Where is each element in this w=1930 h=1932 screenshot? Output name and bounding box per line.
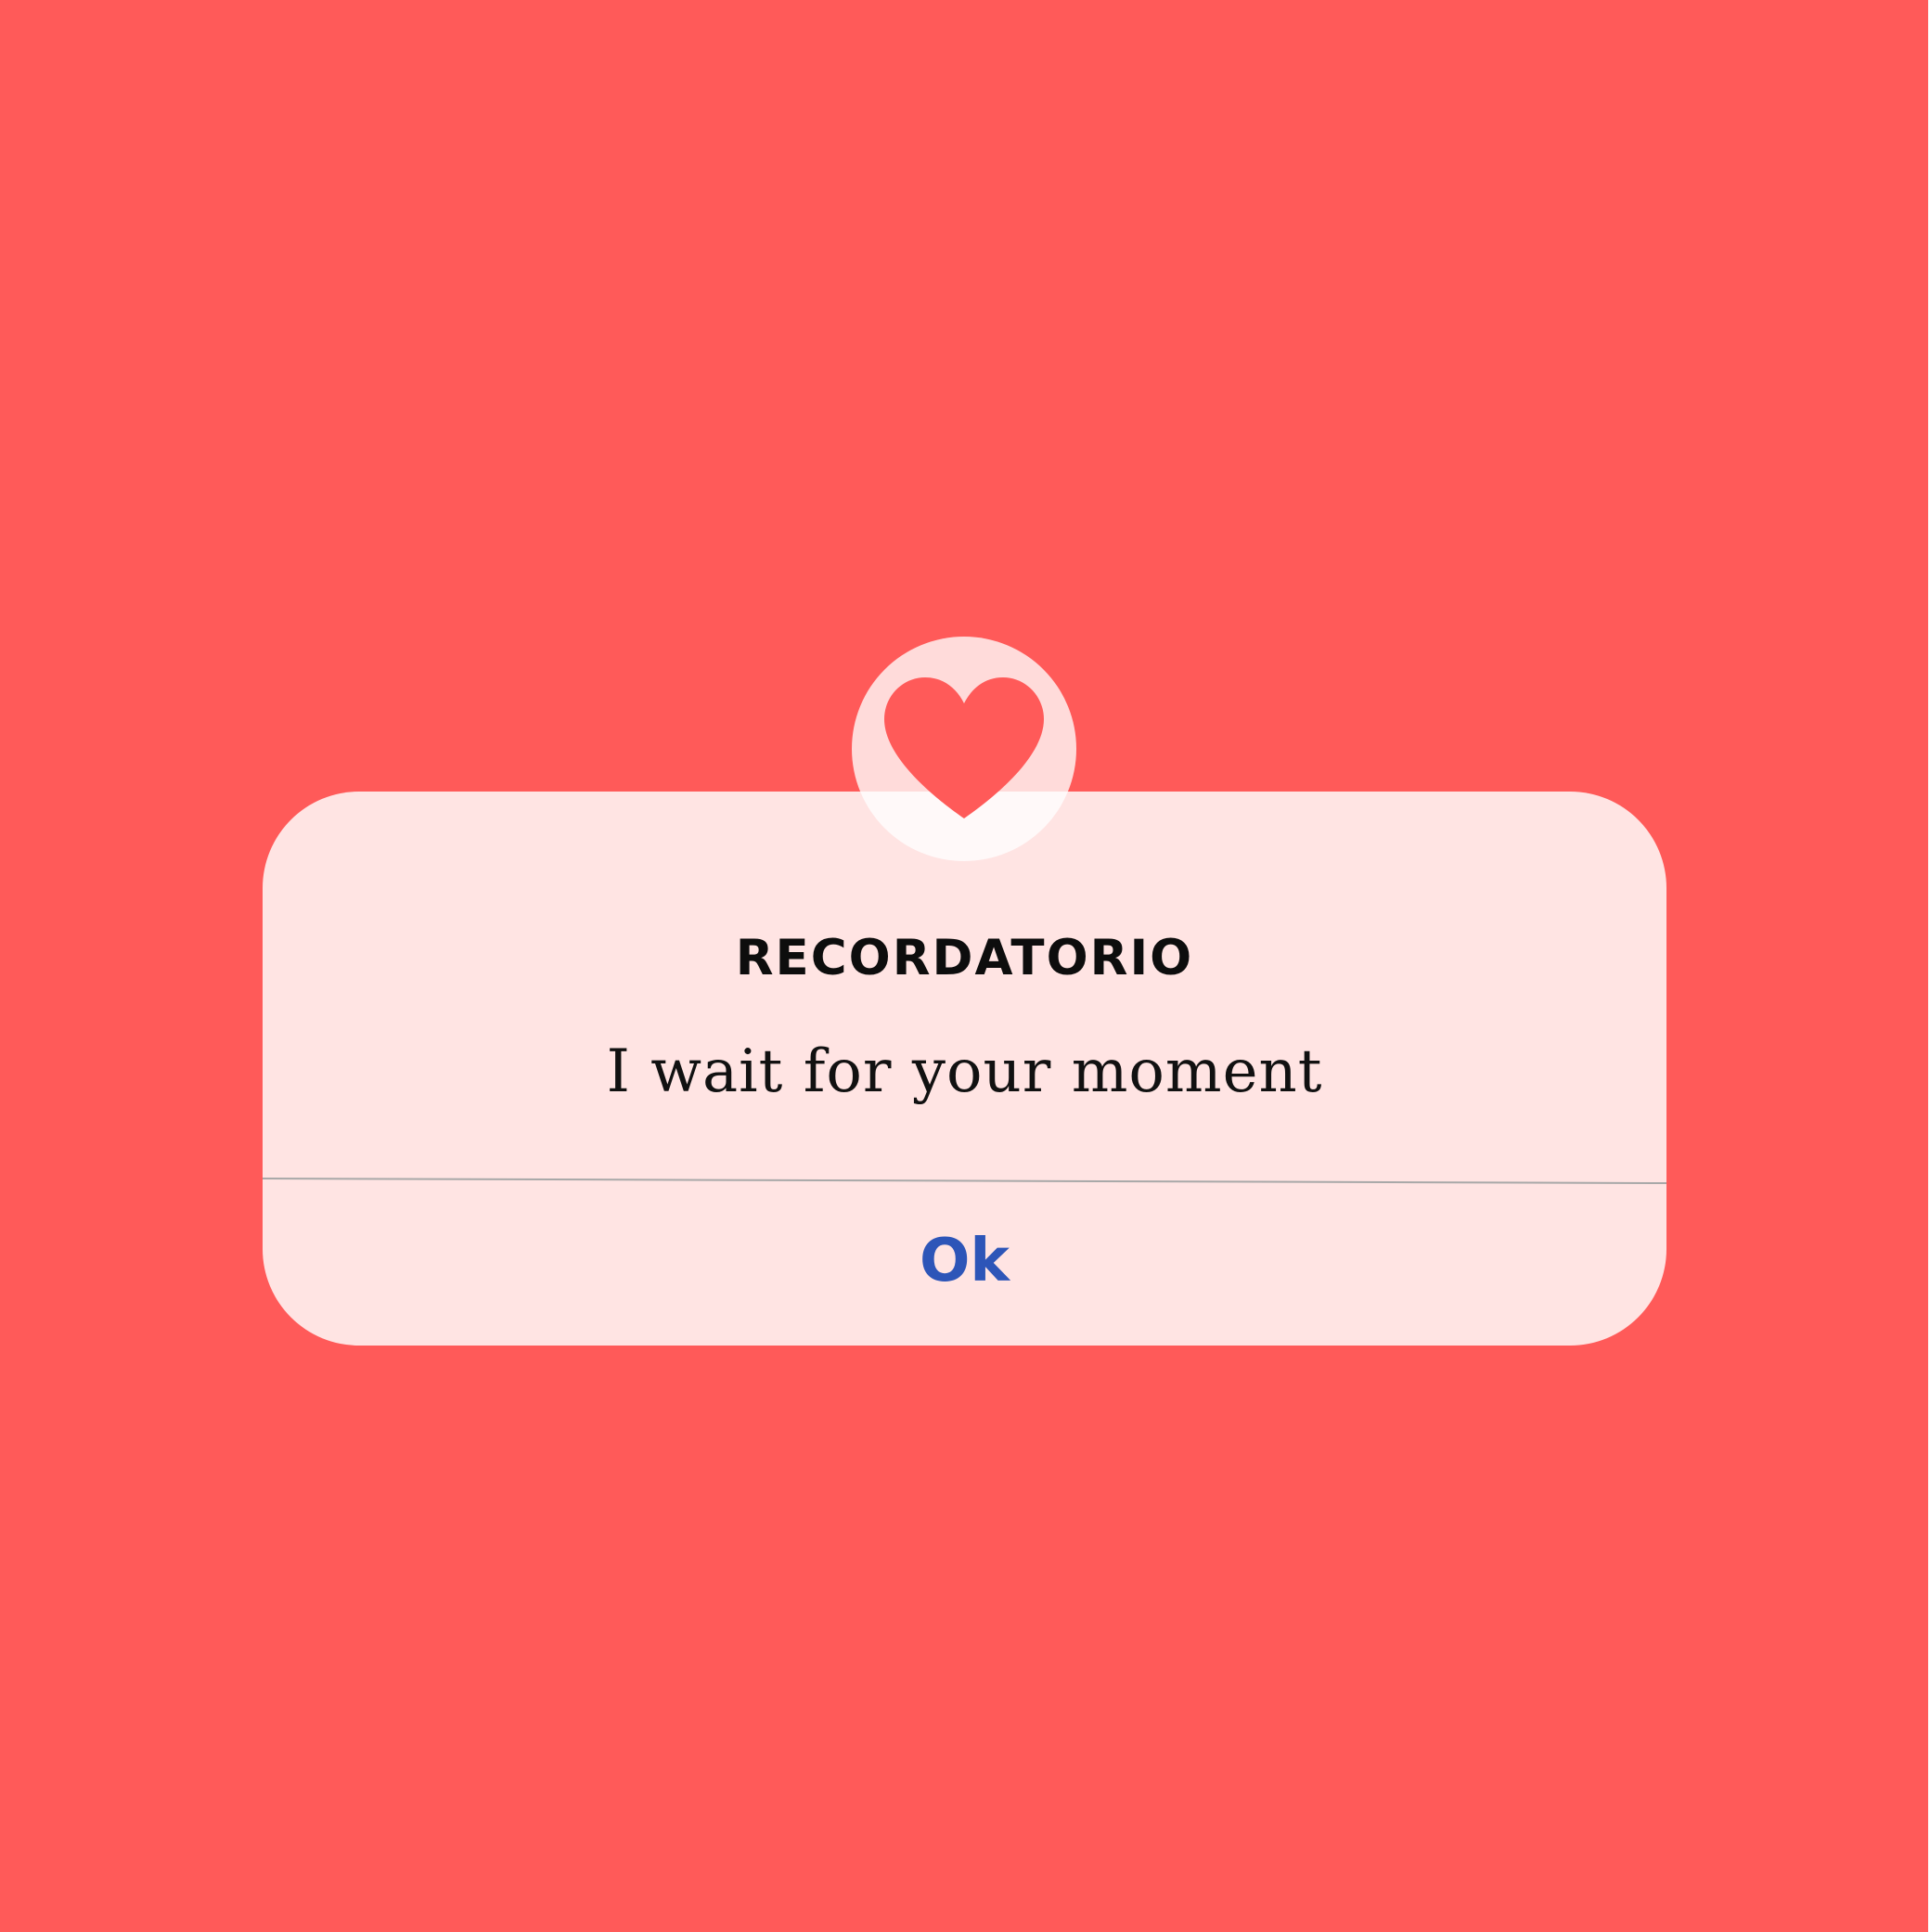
alert-dialog: RECORDATORIO I wait for your moment Ok — [263, 792, 1666, 1346]
dialog-title: RECORDATORIO — [735, 930, 1194, 986]
dialog-message: I wait for your moment — [606, 1037, 1323, 1106]
ok-button-label: Ok — [920, 1226, 1010, 1295]
heart-icon — [884, 677, 1044, 818]
ok-button[interactable]: Ok — [263, 1191, 1666, 1346]
heart-badge — [852, 637, 1076, 861]
